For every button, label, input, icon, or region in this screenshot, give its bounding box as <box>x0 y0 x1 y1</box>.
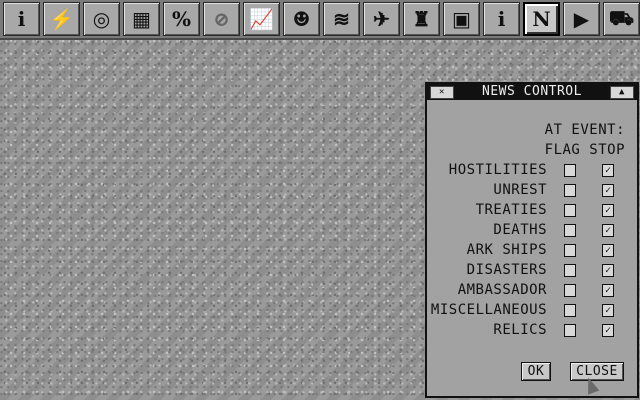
option-label: DEATHS <box>493 222 547 238</box>
news-option-row: HOSTILITIES ✓ <box>427 162 637 182</box>
flag-checkbox[interactable] <box>564 264 576 277</box>
news-control-dialog: ✕ NEWS CONTROL ▲ AT EVENT: FLAG STOP HOS… <box>425 82 639 398</box>
news-option-row: AMBASSADOR ✓ <box>427 282 637 302</box>
tower-icon[interactable]: ♜ <box>403 2 440 36</box>
news-icon[interactable]: N <box>523 2 560 36</box>
map-icon[interactable]: ▣ <box>443 2 480 36</box>
option-label: AMBASSADOR <box>457 282 547 298</box>
play-icon[interactable]: ▶ <box>563 2 600 36</box>
news-option-row: TREATIES ✓ <box>427 202 637 222</box>
news-option-row: MISCELLANEOUS ✓ <box>427 302 637 322</box>
option-label: TREATIES <box>475 202 547 218</box>
flag-checkbox[interactable] <box>564 164 576 177</box>
flag-checkbox[interactable] <box>564 324 576 337</box>
news-option-row: ARK SHIPS ✓ <box>427 242 637 262</box>
stop-checkbox[interactable]: ✓ <box>602 244 614 257</box>
stop-checkbox[interactable]: ✓ <box>602 224 614 237</box>
stop-checkbox[interactable]: ✓ <box>602 284 614 297</box>
depth-gadget-icon[interactable]: ▲ <box>610 86 634 99</box>
lightning-icon[interactable]: ⚡ <box>43 2 80 36</box>
ok-button[interactable]: OK <box>521 362 551 381</box>
person-icon[interactable]: ☻ <box>283 2 320 36</box>
stop-checkbox[interactable]: ✓ <box>602 204 614 217</box>
toolbar: i ⚡ ◎ ▦% ⊘ 📈 ☻ ≋ ✈ ♜ ▣ i N ▶ ⛟ <box>0 0 640 40</box>
percent-icon[interactable]: % <box>163 2 200 36</box>
flag-checkbox[interactable] <box>564 224 576 237</box>
flag-checkbox[interactable] <box>564 304 576 317</box>
dialog-title: NEWS CONTROL <box>482 84 582 99</box>
barrier-icon[interactable]: ▦ <box>123 2 160 36</box>
stop-checkbox[interactable]: ✓ <box>602 164 614 177</box>
swirl-icon[interactable]: ◎ <box>83 2 120 36</box>
flag-checkbox[interactable] <box>564 284 576 297</box>
no-sign-icon[interactable]: ⊘ <box>203 2 240 36</box>
dialog-titlebar[interactable]: ✕ NEWS CONTROL ▲ <box>427 84 637 100</box>
option-label: DISASTERS <box>466 262 547 278</box>
at-event-header: AT EVENT: <box>544 122 625 138</box>
graph-icon[interactable]: 📈 <box>243 2 280 36</box>
news-option-row: DISASTERS ✓ <box>427 262 637 282</box>
option-label: ARK SHIPS <box>466 242 547 258</box>
close-gadget-icon[interactable]: ✕ <box>430 86 454 99</box>
stop-checkbox[interactable]: ✓ <box>602 184 614 197</box>
news-option-row: RELICS ✓ <box>427 322 637 342</box>
flag-checkbox[interactable] <box>564 244 576 257</box>
news-option-row: DEATHS ✓ <box>427 222 637 242</box>
ship-2-icon[interactable]: ⛟ <box>603 2 640 36</box>
option-label: UNREST <box>493 182 547 198</box>
news-option-row: UNREST ✓ <box>427 182 637 202</box>
info-icon-2[interactable]: i <box>483 2 520 36</box>
close-button[interactable]: CLOSE <box>570 362 624 381</box>
flag-checkbox[interactable] <box>564 184 576 197</box>
info-icon[interactable]: i <box>3 2 40 36</box>
flag-stop-header: FLAG STOP <box>544 142 625 158</box>
option-label: HOSTILITIES <box>448 162 547 178</box>
option-label: RELICS <box>493 322 547 338</box>
ship-icon[interactable]: ✈ <box>363 2 400 36</box>
chevron-stack-icon[interactable]: ≋ <box>323 2 360 36</box>
stop-checkbox[interactable]: ✓ <box>602 324 614 337</box>
stop-checkbox[interactable]: ✓ <box>602 304 614 317</box>
stop-checkbox[interactable]: ✓ <box>602 264 614 277</box>
option-label: MISCELLANEOUS <box>430 302 547 318</box>
flag-checkbox[interactable] <box>564 204 576 217</box>
